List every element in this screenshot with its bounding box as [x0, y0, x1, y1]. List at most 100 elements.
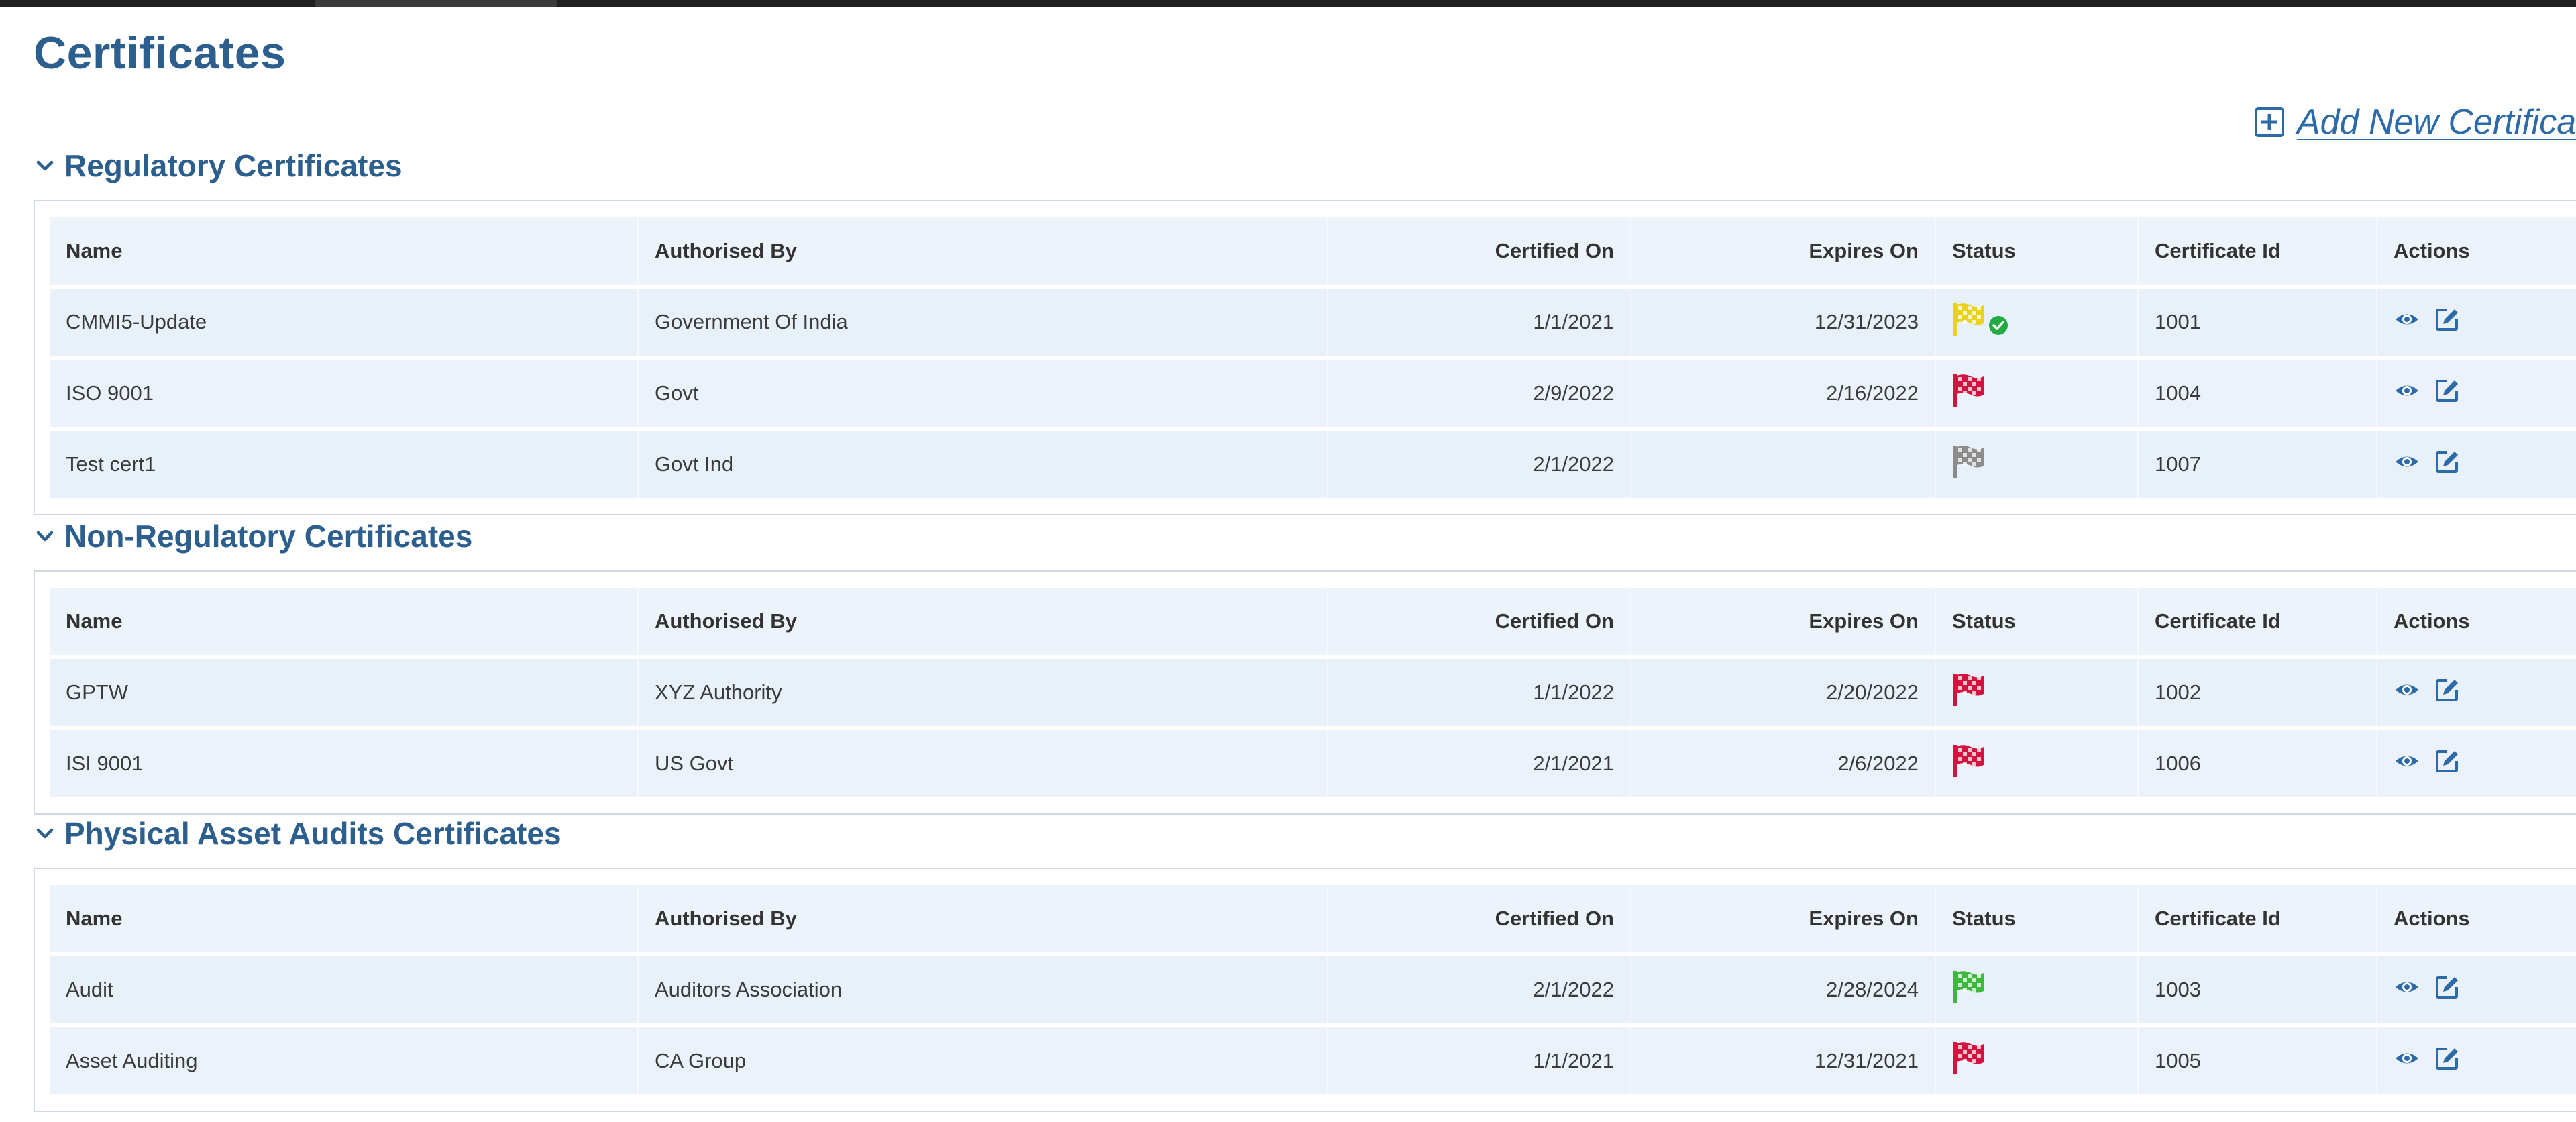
edit-icon[interactable]	[2434, 1045, 2461, 1072]
edit-icon[interactable]	[2434, 676, 2461, 703]
plus-square-icon	[2255, 107, 2284, 137]
table-row[interactable]: Asset Auditing CA Group 1/1/2021 12/31/2021…	[50, 1027, 2576, 1094]
table-header-row: Name Authorised By Certified On Expires On S…	[50, 885, 2576, 952]
cell-actions	[2377, 289, 2576, 356]
column-header-authorised-by[interactable]: Authorised By	[639, 885, 1328, 952]
cell-authorised-by: Govt	[639, 360, 1328, 427]
status-indicator	[1952, 744, 1986, 778]
view-eye-icon[interactable]	[2394, 748, 2420, 774]
column-header-certificate-id[interactable]: Certificate Id	[2139, 885, 2377, 952]
column-header-expires-on[interactable]: Expires On	[1631, 217, 1936, 285]
column-header-actions[interactable]: Actions	[2377, 588, 2576, 655]
cell-expires-on: 2/28/2024	[1631, 956, 1936, 1023]
table-row[interactable]: ISI 9001 US Govt 2/1/2021 2/6/2022 1006	[50, 730, 2576, 797]
status-indicator	[1952, 1041, 1986, 1076]
cell-actions	[2377, 1027, 2576, 1094]
cell-expires-on	[1631, 431, 1936, 498]
row-actions	[2394, 974, 2461, 1001]
page-title: Certificates	[34, 28, 286, 79]
table-header-row: Name Authorised By Certified On Expires On S…	[50, 217, 2576, 285]
column-header-actions[interactable]: Actions	[2377, 885, 2576, 952]
section-header-toggle[interactable]: Regulatory Certificates	[34, 148, 402, 184]
cell-status	[1936, 431, 2139, 498]
cell-certified-on: 2/1/2022	[1328, 956, 1631, 1023]
section-title: Non-Regulatory Certificates	[64, 519, 473, 554]
table-row[interactable]: Test cert1 Govt Ind 2/1/2022 1007	[50, 431, 2576, 498]
column-header-status[interactable]: Status	[1936, 885, 2139, 952]
section-title: Physical Asset Audits Certificates	[64, 816, 561, 851]
column-header-certified-on[interactable]: Certified On	[1328, 217, 1631, 285]
section-title: Regulatory Certificates	[64, 148, 402, 183]
edit-icon[interactable]	[2434, 306, 2461, 333]
view-eye-icon[interactable]	[2394, 306, 2420, 333]
cell-authorised-by: US Govt	[639, 730, 1328, 797]
column-header-certified-on[interactable]: Certified On	[1328, 588, 1631, 655]
view-eye-icon[interactable]	[2394, 676, 2420, 703]
cell-certificate-id: 1001	[2139, 289, 2377, 356]
cell-actions	[2377, 431, 2576, 498]
cell-certificate-id: 1003	[2139, 956, 2377, 1023]
status-indicator	[1952, 373, 1986, 408]
cell-certificate-id: 1004	[2139, 360, 2377, 427]
cell-name: ISO 9001	[50, 360, 639, 427]
row-actions	[2394, 306, 2461, 333]
top-bar-segment	[315, 0, 557, 7]
certificate-table: Name Authorised By Certified On Expires On S…	[50, 881, 2576, 1099]
column-header-authorised-by[interactable]: Authorised By	[639, 217, 1328, 285]
column-header-authorised-by[interactable]: Authorised By	[639, 588, 1328, 655]
cell-certificate-id: 1002	[2139, 659, 2377, 726]
column-header-name[interactable]: Name	[50, 885, 639, 952]
table-row[interactable]: GPTW XYZ Authority 1/1/2022 2/20/2022 1002	[50, 659, 2576, 726]
checkered-flag-icon	[1953, 971, 1984, 1003]
column-header-expires-on[interactable]: Expires On	[1631, 588, 1936, 655]
row-actions	[2394, 676, 2461, 703]
checkered-flag-icon	[1953, 745, 1984, 777]
column-header-certified-on[interactable]: Certified On	[1328, 885, 1631, 952]
cell-expires-on: 12/31/2021	[1631, 1027, 1936, 1094]
cell-certificate-id: 1005	[2139, 1027, 2377, 1094]
checkered-flag-icon	[1953, 303, 1984, 336]
cell-certified-on: 1/1/2021	[1328, 1027, 1631, 1094]
column-header-expires-on[interactable]: Expires On	[1631, 885, 1936, 952]
edit-icon[interactable]	[2434, 748, 2461, 774]
table-row[interactable]: ISO 9001 Govt 2/9/2022 2/16/2022 1004	[50, 360, 2576, 427]
certificate-table-panel: Name Authorised By Certified On Expires On S…	[34, 570, 2576, 815]
column-header-status[interactable]: Status	[1936, 217, 2139, 285]
column-header-certificate-id[interactable]: Certificate Id	[2139, 217, 2377, 285]
chevron-down-icon	[36, 531, 54, 542]
section-header-toggle[interactable]: Non-Regulatory Certificates	[34, 518, 472, 554]
view-eye-icon[interactable]	[2394, 974, 2420, 1001]
certificate-table: Name Authorised By Certified On Expires On S…	[50, 213, 2576, 502]
row-actions	[2394, 1045, 2461, 1072]
cell-certificate-id: 1007	[2139, 431, 2377, 498]
checkered-flag-icon	[1953, 1042, 1984, 1074]
edit-icon[interactable]	[2434, 377, 2461, 404]
section-header-toggle[interactable]: Physical Asset Audits Certificates	[34, 815, 561, 852]
add-new-certificate-button[interactable]: Add New Certifica	[2254, 101, 2576, 144]
view-eye-icon[interactable]	[2394, 377, 2420, 404]
cell-authorised-by: CA Group	[639, 1027, 1328, 1094]
column-header-certificate-id[interactable]: Certificate Id	[2139, 588, 2377, 655]
add-new-certificate-label: Add New Certifica	[2297, 103, 2576, 142]
view-eye-icon[interactable]	[2394, 448, 2420, 475]
table-row[interactable]: Audit Auditors Association 2/1/2022 2/28/20…	[50, 956, 2576, 1023]
view-eye-icon[interactable]	[2394, 1045, 2420, 1072]
column-header-name[interactable]: Name	[50, 588, 639, 655]
status-indicator	[1952, 444, 1986, 479]
cell-actions	[2377, 956, 2576, 1023]
cell-authorised-by: Government Of India	[639, 289, 1328, 356]
column-header-actions[interactable]: Actions	[2377, 217, 2576, 285]
column-header-name[interactable]: Name	[50, 217, 639, 285]
edit-icon[interactable]	[2434, 448, 2461, 475]
status-indicator	[1952, 970, 1986, 1005]
table-row[interactable]: CMMI5-Update Government Of India 1/1/2021 1…	[50, 289, 2576, 356]
column-header-status[interactable]: Status	[1936, 588, 2139, 655]
cell-expires-on: 2/16/2022	[1631, 360, 1936, 427]
edit-icon[interactable]	[2434, 974, 2461, 1001]
cell-authorised-by: Govt Ind	[639, 431, 1328, 498]
cell-certificate-id: 1006	[2139, 730, 2377, 797]
cell-status	[1936, 730, 2139, 797]
checkered-flag-icon	[1953, 374, 1984, 407]
cell-name: Audit	[50, 956, 639, 1023]
cell-certified-on: 2/1/2021	[1328, 730, 1631, 797]
